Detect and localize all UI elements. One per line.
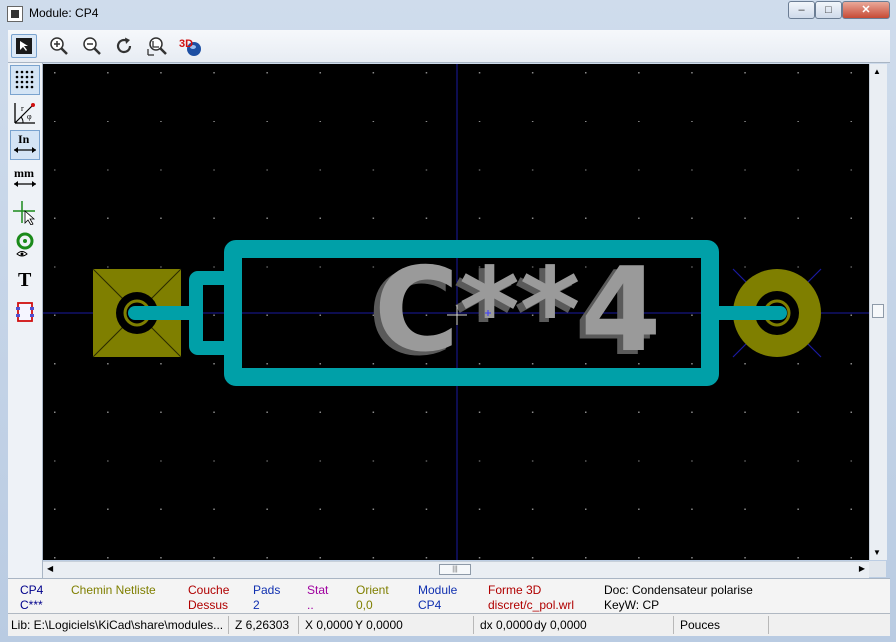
cursor-shape-button[interactable] [10,197,40,227]
svg-text:3D: 3D [179,38,193,50]
cursor-shape-icon [13,201,36,225]
select-tool-button[interactable] [11,34,37,58]
vertical-scroll-thumb[interactable] [872,304,884,318]
view-3d-button[interactable]: 3D [178,34,204,58]
scrollbar-corner [869,561,886,577]
status-divider [228,616,229,634]
zoom-in-button[interactable] [46,34,72,58]
status-label: Stat [307,583,329,597]
library-path: Lib: E:\Logiciels\KiCad\share\modules... [11,618,224,632]
layer-label: Couche [188,583,230,597]
cursor-y: Y 0,0000 [355,618,403,632]
svg-text:T: T [18,269,32,291]
window-title: Module: CP4 [29,6,99,20]
edge-sketch-button[interactable] [10,297,40,327]
pad-sketch-icon [16,232,34,257]
vertical-scrollbar[interactable]: ▲ ▼ [869,64,887,560]
units-mm-button[interactable]: mm [10,164,40,194]
delta-x: dx 0,0000 [480,618,533,632]
select-tool-icon [16,38,32,54]
app-icon [7,6,23,22]
units-inch-button[interactable]: In [10,130,40,160]
polar-coords-icon: r φ [14,103,35,124]
message-panel: CP4 C*** Chemin Netliste Couche Dessus P… [8,578,890,613]
pads-value: 2 [253,598,260,612]
redraw-button[interactable] [112,34,138,58]
svg-text:φ: φ [27,112,32,121]
module-name-value: CP4 [418,598,442,612]
text-sketch-icon: T [18,269,32,291]
reference-text[interactable]: C**4 C**4 [368,243,661,382]
status-divider [473,616,474,634]
redraw-icon [116,37,132,54]
shape-3d-label: Forme 3D [488,583,542,597]
svg-text:mm: mm [14,166,34,180]
grid-icon [15,70,34,89]
shape-3d-value: discret/c_pol.wrl [488,598,575,612]
options-toolbar: r φ In mm T [8,63,43,578]
units-inch-icon: In [14,132,36,153]
status-divider [768,616,769,634]
pads-label: Pads [253,583,281,597]
minimize-button[interactable]: – [788,1,815,19]
status-divider [298,616,299,634]
edge-sketch-icon [16,302,34,322]
zoom-fit-icon [147,37,167,56]
scroll-right-icon[interactable]: ▶ [859,564,865,573]
keywords-text: KeyW: CP [604,598,660,612]
orient-value: 0,0 [356,598,373,612]
zoom-out-button[interactable] [79,34,105,58]
view-3d-icon: 3D [179,38,201,56]
close-button[interactable]: ✕ [842,1,890,19]
delta-y: dy 0,0000 [534,618,587,632]
orient-label: Orient [356,583,389,597]
text-sketch-button[interactable]: T [10,264,40,294]
grid-toggle-button[interactable] [10,65,40,95]
units-display: Pouces [680,618,721,632]
units-mm-icon: mm [14,166,36,187]
title-bar: Module: CP4 – □ ✕ [0,0,896,28]
status-value: .. [307,598,314,612]
scroll-down-icon[interactable]: ▼ [873,548,881,557]
module-label: Module [418,583,458,597]
doc-text: Doc: Condensateur polarise [604,583,753,597]
layer-value: Dessus [188,598,229,612]
status-divider [673,616,674,634]
zoom-value: Z 6,26303 [235,618,290,632]
maximize-button[interactable]: □ [815,1,842,19]
cursor-x: X 0,0000 [305,618,354,632]
footprint-drawing: C**4 C**4 [43,64,869,560]
scroll-up-icon[interactable]: ▲ [873,67,881,76]
netlist-path-label: Chemin Netliste [71,583,156,597]
module-value: C*** [20,598,43,612]
module-editor-window: Module: CP4 – □ ✕ 3D r φ In mm T C**4 C*… [0,0,896,642]
main-toolbar: 3D [8,30,890,63]
polar-coords-button[interactable]: r φ [10,98,40,128]
zoom-fit-button[interactable] [144,34,170,58]
horizontal-scrollbar[interactable]: ◀ ||| ▶ [43,561,869,578]
svg-text:In: In [18,132,30,146]
scroll-left-icon[interactable]: ◀ [47,564,53,573]
horizontal-scroll-thumb[interactable]: ||| [439,564,471,575]
pad-sketch-button[interactable] [10,230,40,260]
svg-text:r: r [21,104,24,113]
zoom-in-icon [50,37,68,55]
svg-text:C**4: C**4 [374,243,661,378]
module-reference: CP4 [20,583,44,597]
footprint-canvas[interactable]: C**4 C**4 [43,64,869,560]
status-bar: Lib: E:\Logiciels\KiCad\share\modules...… [8,613,890,636]
zoom-out-icon [83,37,101,55]
